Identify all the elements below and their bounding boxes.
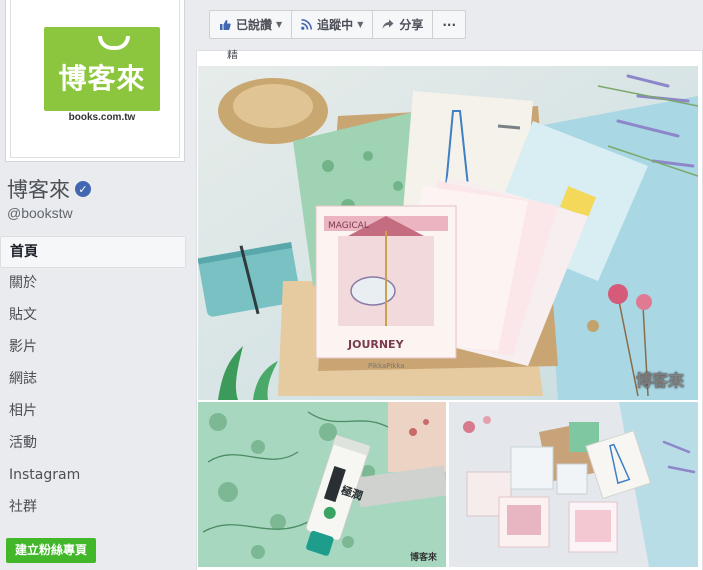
- rss-feed-icon: [301, 19, 313, 30]
- nav-item-videos[interactable]: 影片: [0, 332, 186, 364]
- profile-picture-frame[interactable]: 博客來 books.com.tw: [5, 0, 185, 162]
- logo-smile-icon: [98, 36, 130, 50]
- chevron-down-icon: ▼: [276, 20, 283, 29]
- following-button[interactable]: 追蹤中 ▼: [292, 11, 374, 38]
- nav-item-home[interactable]: 首頁: [0, 236, 186, 268]
- page-action-bar: 已說讚 ▼ 追蹤中 ▼ 分享 ···: [209, 10, 467, 39]
- card-brand: PikkaPikka: [368, 362, 405, 370]
- card-title-right: JOURNEY: [347, 338, 405, 351]
- photo-watermark: 博客來: [636, 371, 684, 390]
- nav-item-posts[interactable]: 貼文: [0, 300, 186, 332]
- nav-item-photos[interactable]: 相片: [0, 396, 186, 428]
- post-photo-main[interactable]: MAGICAL JOURNEY PikkaPikka 博客來: [198, 66, 698, 400]
- nav-item-instagram[interactable]: Instagram: [0, 460, 186, 492]
- card-title-left: MAGICAL: [328, 221, 369, 231]
- photo-watermark-small: 博客來: [410, 551, 438, 563]
- post-caption: 精: [227, 50, 238, 59]
- liked-label: 已說讚: [236, 18, 273, 32]
- nav-item-events[interactable]: 活動: [0, 428, 186, 460]
- post-card: 精 MAGICAL JOURNEY PikkaPikka 博客來 極潤 博客來: [196, 50, 703, 570]
- share-button[interactable]: 分享: [373, 11, 434, 38]
- nav-item-notes[interactable]: 網誌: [0, 364, 186, 396]
- thumbs-up-icon: [219, 19, 231, 31]
- logo-text: 博客來: [58, 62, 146, 95]
- brand-logo: 博客來: [44, 27, 160, 111]
- verified-badge-icon: ✓: [75, 181, 91, 197]
- create-page-button[interactable]: 建立粉絲專頁: [6, 538, 97, 563]
- nav-item-about[interactable]: 關於: [0, 268, 186, 300]
- share-label: 分享: [399, 18, 424, 32]
- page-nav: 首頁 關於 貼文 影片 網誌 相片 活動 Instagram 社群: [0, 236, 186, 524]
- post-photo-bottom-left[interactable]: 極潤 博客來: [198, 402, 446, 567]
- page-title[interactable]: 博客來 ✓: [7, 174, 91, 204]
- page-title-text[interactable]: 博客來: [7, 174, 70, 204]
- chevron-down-icon: ▼: [357, 20, 364, 29]
- logo-url: books.com.tw: [68, 112, 136, 123]
- page-handle[interactable]: @bookstw: [7, 205, 73, 221]
- liked-button[interactable]: 已說讚 ▼: [210, 11, 293, 38]
- left-column: 博客來 books.com.tw 博客來 ✓ @bookstw 首頁 關於 貼文…: [0, 0, 192, 570]
- share-arrow-icon: [382, 19, 394, 30]
- more-options-icon: ···: [442, 17, 457, 32]
- post-photo-bottom-right[interactable]: [449, 402, 698, 567]
- following-label: 追蹤中: [317, 18, 354, 32]
- nav-item-community[interactable]: 社群: [0, 492, 186, 524]
- profile-picture[interactable]: 博客來 books.com.tw: [10, 0, 180, 158]
- more-options-button[interactable]: ···: [433, 11, 465, 38]
